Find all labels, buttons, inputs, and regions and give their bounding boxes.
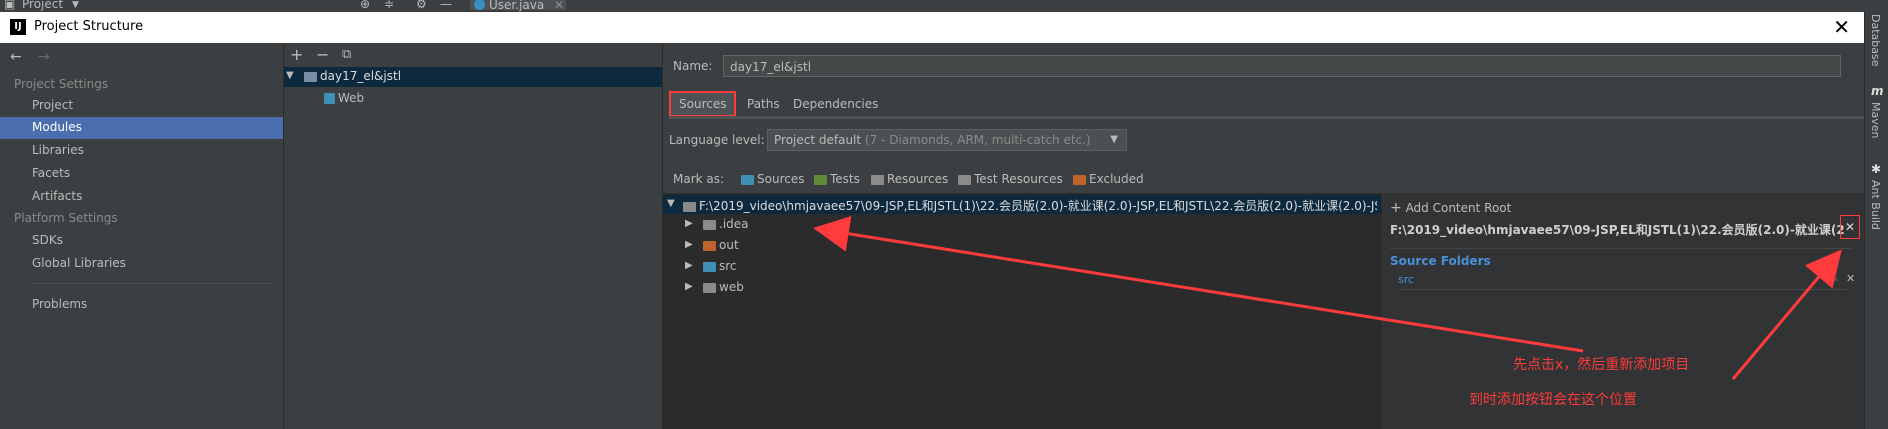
dialog-titlebar: IJ Project Structure ✕ [0,12,1864,44]
side-tab-ant-build[interactable]: Ant Build [1869,180,1882,230]
minimize-icon[interactable]: — [440,0,452,11]
nav-item-sdks[interactable]: SDKs [32,233,63,247]
add-module-button[interactable]: + [290,45,303,64]
project-settings-header: Project Settings [14,77,109,91]
settings-nav: ← → Project Settings Project Modules Lib… [0,43,284,429]
maven-icon: m [1871,84,1884,98]
annotation-button-location: 到时添加按钮会在这个位置 [1469,392,1637,408]
ide-right-strip: Database m Maven ✱ Ant Build [1864,12,1888,429]
annotation-arrow-to-tree [813,215,1584,353]
ide-top-strip: ▣ Project ▼ ⊕ ≑ ⚙ — User.java ✕ [0,0,1888,12]
forward-icon[interactable]: → [38,49,50,65]
side-tab-maven[interactable]: Maven [1869,102,1882,138]
ant-icon: ✱ [1871,162,1882,176]
collapse-icon[interactable]: ≑ [384,0,394,11]
module-tree-pane: + − ⧉ ▼ day17_el&jstl Web [284,43,663,429]
nav-item-facets[interactable]: Facets [32,166,70,180]
editor-tab[interactable]: User.java ✕ [470,0,566,12]
nav-divider [32,283,272,284]
dialog-title: Project Structure [34,19,144,34]
nav-item-problems[interactable]: Problems [32,297,87,311]
close-tab-icon[interactable]: ✕ [554,0,564,12]
project-icon: ▣ [4,0,16,11]
chevron-down-icon[interactable]: ▼ [72,0,79,10]
module-config-pane: Name: day17_el&jstl Sources Paths Depend… [663,43,1865,429]
web-facet-icon [324,93,335,104]
annotation-click-x: 先点击x，然后重新添加项目 [1513,357,1690,373]
nav-item-project[interactable]: Project [32,98,73,112]
tree-item-module[interactable]: day17_el&jstl [304,69,401,83]
annotation-arrow-to-close [1731,249,1842,380]
project-selector[interactable]: Project [22,0,63,11]
gear-icon[interactable]: ⚙ [416,0,427,11]
module-folder-icon [304,71,317,82]
intellij-logo-icon: IJ [10,19,26,35]
java-class-icon [474,0,485,10]
side-tab-database[interactable]: Database [1869,14,1882,67]
target-icon[interactable]: ⊕ [360,0,370,11]
nav-item-global-libraries[interactable]: Global Libraries [32,256,126,270]
expand-arrow-icon[interactable]: ▼ [286,70,294,81]
nav-item-modules[interactable]: Modules [32,120,82,134]
tree-item-web-facet[interactable]: Web [324,91,364,105]
back-icon[interactable]: ← [10,49,22,65]
copy-module-button[interactable]: ⧉ [342,47,351,62]
platform-settings-header: Platform Settings [14,211,118,225]
close-icon[interactable]: ✕ [1833,15,1850,39]
remove-module-button[interactable]: − [316,45,329,64]
nav-item-libraries[interactable]: Libraries [32,143,84,157]
nav-item-artifacts[interactable]: Artifacts [32,189,82,203]
